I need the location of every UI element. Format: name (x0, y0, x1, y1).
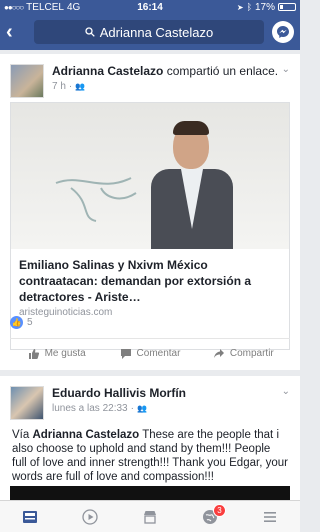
link-image (11, 103, 289, 249)
signal-icon: ●●○○○ (4, 2, 24, 12)
person-photo (151, 121, 233, 249)
link-title[interactable]: Emiliano Salinas y Nxivm México contraat… (19, 257, 281, 305)
reaction-count: 5 (27, 317, 33, 328)
video-thumbnail[interactable] (10, 486, 290, 500)
chevron-down-icon[interactable]: ⌄ (282, 64, 290, 98)
comment-button[interactable]: Comentar (103, 339, 196, 368)
carrier-label: TELCEL (26, 1, 64, 13)
post-body: Vía Adrianna Castelazo These are the peo… (12, 429, 288, 483)
tab-menu[interactable] (240, 501, 300, 532)
battery-percent: 17% (254, 1, 275, 13)
tab-marketplace[interactable] (120, 501, 180, 532)
mention-link[interactable]: Adrianna Castelazo (32, 429, 139, 441)
post-author[interactable]: Adrianna Castelazo (52, 64, 163, 78)
location-icon: ➤ (236, 2, 244, 12)
friends-icon: 👥 (75, 82, 86, 91)
bottom-tab-bar: 3 (0, 500, 300, 532)
tab-video[interactable] (60, 501, 120, 532)
post-card: Eduardo Hallivis Morfín lunes a las 22:3… (0, 376, 300, 500)
avatar[interactable] (10, 64, 44, 98)
post-action: compartió un enlace. (166, 64, 279, 78)
messenger-icon[interactable] (272, 21, 294, 43)
link-domain: aristeguinoticias.com (19, 307, 113, 318)
marketplace-icon (144, 510, 156, 524)
back-chevron-icon[interactable]: ‹ (6, 22, 28, 42)
avatar[interactable] (10, 386, 44, 420)
tab-notifications[interactable]: 3 (180, 501, 240, 532)
action-bar: Me gusta Comentar Compartir (10, 338, 290, 368)
share-arrow-icon (213, 348, 224, 358)
reactions-summary[interactable]: 👍 5 (10, 316, 33, 329)
notification-badge: 3 (213, 504, 226, 517)
comment-icon (120, 348, 131, 359)
friends-icon: 👥 (136, 404, 147, 413)
search-field[interactable]: Adrianna Castelazo (34, 20, 264, 44)
sculpture-image (55, 177, 137, 222)
status-bar: ●●○○○ TELCEL 4G 16:14 ➤ ᛒ 17% (0, 0, 300, 14)
post-time[interactable]: 7 h (52, 81, 66, 92)
post-author[interactable]: Eduardo Hallivis Morfín (52, 386, 186, 400)
top-navbar: ‹ Adrianna Castelazo (0, 14, 300, 50)
menu-icon (264, 511, 276, 522)
chevron-down-icon[interactable]: ⌄ (282, 386, 290, 420)
link-preview[interactable]: Emiliano Salinas y Nxivm México contraat… (10, 102, 290, 350)
search-value: Adrianna Castelazo (99, 24, 214, 40)
thumbs-up-icon (28, 348, 39, 359)
post-time[interactable]: lunes a las 22:33 (52, 403, 128, 414)
share-button[interactable]: Compartir (197, 339, 290, 368)
like-reaction-icon: 👍 (10, 316, 23, 329)
search-icon (85, 27, 95, 37)
news-feed-icon (23, 510, 37, 523)
video-play-icon (82, 508, 98, 525)
network-label: 4G (66, 1, 81, 13)
post-card: Adrianna Castelazo compartió un enlace. … (0, 54, 300, 370)
like-button[interactable]: Me gusta (10, 339, 103, 368)
bluetooth-icon: ᛒ (246, 2, 252, 12)
tab-news-feed[interactable] (0, 501, 60, 532)
battery-icon (278, 3, 296, 11)
